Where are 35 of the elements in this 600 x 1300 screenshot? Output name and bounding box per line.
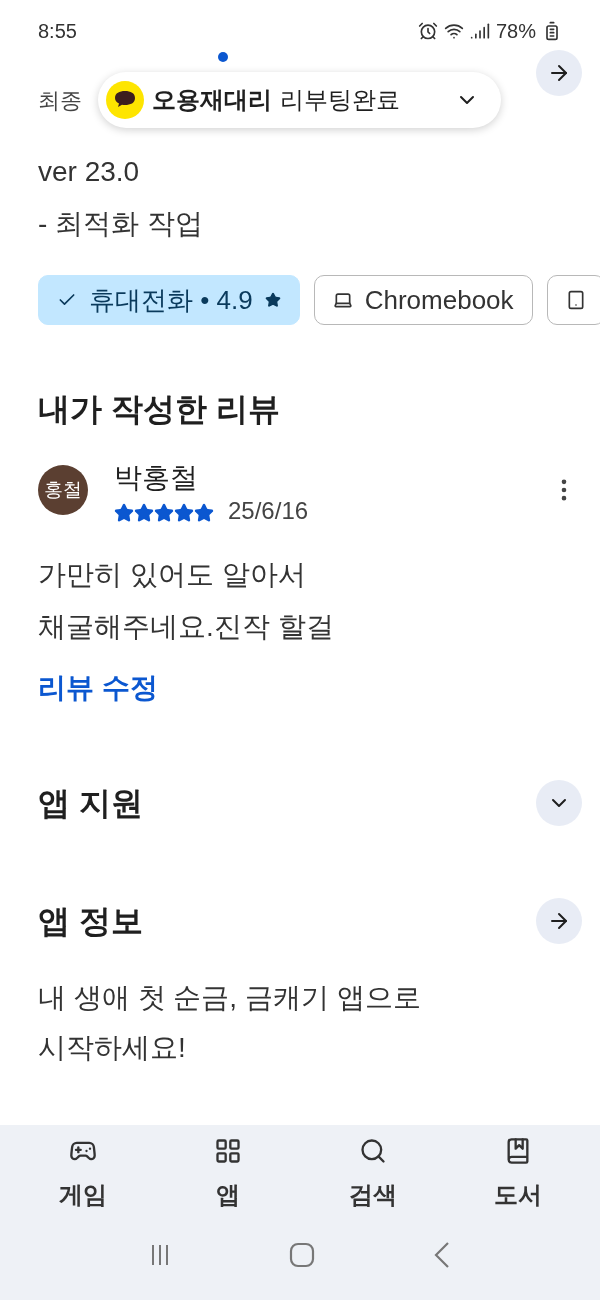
app-description: 내 생애 첫 순금, 금캐기 앱으로 시작하세요! [38,981,422,1065]
release-notes: - 최적화 작업 [38,207,204,241]
review-text: 가만히 있어도 알아서 채굴해주네요.진작 할걸 [38,558,335,644]
section-heading: 앱 지원 [38,784,143,823]
wifi-icon [443,21,464,41]
nav-tab[interactable]: 도서 [467,1137,568,1213]
version-text: ver 23.0 [38,155,141,189]
review-date: 25/6/16 [228,499,309,523]
device-chip[interactable]: Chromebook [313,275,533,325]
nav-tab[interactable]: 앱 [177,1137,278,1213]
battery-percent: 78% [495,19,536,44]
search-icon [358,1137,387,1165]
notification-toast[interactable]: 오용재대리 리부팅완료 [98,72,501,128]
device-chip[interactable] [546,275,600,325]
alarm-icon [417,21,438,41]
arrow-button[interactable] [536,898,582,944]
edit-review-link[interactable]: 리뷰 수정 [38,667,158,709]
apps-grid-icon [213,1137,242,1165]
home-icon[interactable] [289,1242,315,1268]
avatar: 홍철 [38,465,88,515]
update-date: 최종 [38,87,82,115]
nav-tab[interactable]: 검색 [322,1137,423,1213]
section-heading: 앱 정보 [38,902,143,941]
arrow-button[interactable] [536,50,582,96]
section-heading: 내가 작성한 리뷰 [38,390,281,429]
signal-icon [469,21,490,41]
toast-message: 리부팅완료 [280,85,401,115]
nav-tab[interactable]: 게임 [32,1137,133,1213]
reviewer-name: 박홍철 [114,461,199,495]
chat-logo-icon [106,81,144,119]
toast-sender: 오용재대리 [152,85,272,115]
laptop-icon [332,290,353,310]
device-chip[interactable]: 휴대전화 • 4.9 [38,275,300,325]
star-icon [264,292,281,308]
clock-time: 8:55 [38,19,77,44]
